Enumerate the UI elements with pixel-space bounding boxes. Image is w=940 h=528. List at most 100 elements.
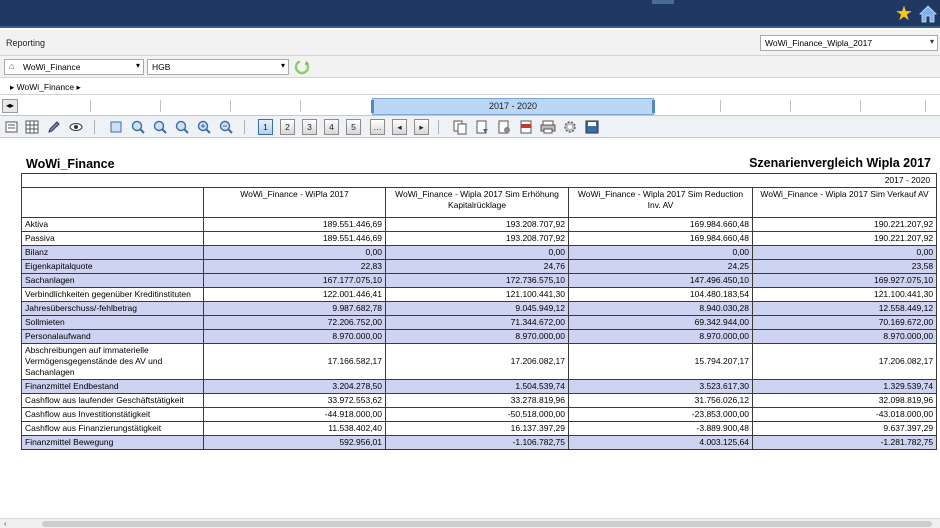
table-cell: 23,58 xyxy=(751,259,938,274)
page-button-2[interactable]: 2 xyxy=(280,119,295,135)
table-cell: 12.558.449,12 xyxy=(751,301,938,316)
row-label: Jahresüberschuss/-fehlbetrag xyxy=(21,301,204,316)
timeline-nav-button[interactable]: ◂▸ xyxy=(2,99,18,113)
table-cell: 17.206.082,17 xyxy=(751,343,938,380)
table-column-header: WoWi_Finance - Wipla 2017 Sim Reduction … xyxy=(568,187,753,218)
table-cell: 3.204.278,50 xyxy=(203,379,386,394)
table-row: Cashflow aus Investitionstätigkeit -44.91… xyxy=(21,407,938,422)
table-cell: 22,83 xyxy=(203,259,386,274)
export-document-icon[interactable] xyxy=(474,119,490,135)
table-row: Passiva 189.551.446,69 193.208.707,92 169.9… xyxy=(21,231,938,246)
entity-select[interactable]: ⌂ WoWi_Finance ▾ xyxy=(4,59,144,75)
settings-document-icon[interactable] xyxy=(496,119,512,135)
table-cell: -3.889.900,48 xyxy=(568,421,753,436)
timeline-tick xyxy=(90,100,91,112)
table-row: Finanzmittel Bewegung 592.956,01 -1.106.78… xyxy=(21,435,938,450)
row-label: Cashflow aus Finanzierungstätigkeit xyxy=(21,421,204,436)
more-pages-button[interactable]: … xyxy=(370,119,385,135)
table-cell: 33.278.819,96 xyxy=(385,393,569,408)
gear-icon[interactable] xyxy=(562,119,578,135)
table-cell: 70.169.672,00 xyxy=(751,315,938,330)
breadcrumb-item[interactable]: ▸ WoWi_Finance ▸ xyxy=(10,82,81,93)
row-label: Verbindlichkeiten gegenüber Kreditinstit… xyxy=(21,287,204,302)
table-cell: 71.344.672,00 xyxy=(385,315,569,330)
row-label: Finanzmittel Bewegung xyxy=(21,435,204,450)
page-button-1[interactable]: 1 xyxy=(258,119,273,135)
table-cell: 592.956,01 xyxy=(203,435,386,450)
table-row: Aktiva 189.551.446,69 193.208.707,92 169.98… xyxy=(21,217,938,232)
header-handle[interactable] xyxy=(652,0,674,4)
table-cell: 8.940.030,28 xyxy=(568,301,753,316)
app-header: ★ xyxy=(0,0,940,28)
zoom-icon[interactable] xyxy=(130,119,146,135)
period-range-handle[interactable]: 2017 - 2020 xyxy=(371,98,655,115)
table-cell: 169.984.660,48 xyxy=(568,217,753,232)
table-cell: 31.756.026,12 xyxy=(568,393,753,408)
entity-select-value: WoWi_Finance xyxy=(23,62,81,72)
standard-select[interactable]: HGB ▾ xyxy=(147,59,289,75)
zoom-in-icon[interactable] xyxy=(196,119,212,135)
reporting-label: Reporting xyxy=(6,38,46,48)
report-select-value: WoWi_Finance_Wipla_2017 xyxy=(765,38,873,48)
page-button-3[interactable]: 3 xyxy=(302,119,317,135)
table-cell: -23.853.000,00 xyxy=(568,407,753,422)
table-cell: 147.496.450,10 xyxy=(568,273,753,288)
zoom-icon[interactable] xyxy=(152,119,168,135)
table-cell: 121.100.441,30 xyxy=(751,287,938,302)
breadcrumb-label: WoWi_Finance xyxy=(16,82,75,92)
timeline-tick xyxy=(790,100,791,112)
row-label: Cashflow aus laufender Geschäftstätigkei… xyxy=(21,393,204,408)
table-cell: 190.221.207,92 xyxy=(751,231,938,246)
export-table-icon[interactable] xyxy=(4,119,20,135)
breadcrumb: ▸ WoWi_Finance ▸ xyxy=(0,79,940,95)
table-cell: 8.970.000,00 xyxy=(568,329,753,344)
table-cell: -43.018.000,00 xyxy=(751,407,938,422)
chevron-down-icon: ▾ xyxy=(135,61,140,70)
horizontal-scrollbar[interactable]: ‹ xyxy=(0,518,940,528)
table-cell: 4.003.125,64 xyxy=(568,435,753,450)
save-icon[interactable] xyxy=(584,119,600,135)
period-range-label: 2017 - 2020 xyxy=(488,101,538,111)
zoom-out-icon[interactable] xyxy=(218,119,234,135)
table-cell: 172.736.575,10 xyxy=(385,273,569,288)
home-icon[interactable] xyxy=(918,4,938,24)
zoom-icon[interactable] xyxy=(174,119,190,135)
table-cell: 16.137.397,29 xyxy=(385,421,569,436)
table-cell: 169.927.075,10 xyxy=(751,273,938,288)
table-row: Personalaufwand 8.970.000,00 8.970.000,00 8… xyxy=(21,329,938,344)
report-subtitle: Szenarienvergleich Wipla 2017 xyxy=(749,156,931,170)
pencil-icon[interactable] xyxy=(46,119,62,135)
fit-page-icon[interactable] xyxy=(108,119,124,135)
grid-icon[interactable] xyxy=(24,119,40,135)
scroll-left-icon[interactable]: ‹ xyxy=(4,519,7,528)
timeline-tick xyxy=(720,100,721,112)
star-icon[interactable]: ★ xyxy=(893,3,915,25)
copy-icon[interactable] xyxy=(452,119,468,135)
row-label: Passiva xyxy=(21,231,204,246)
print-icon[interactable] xyxy=(540,119,556,135)
table-cell: 104.480.183,54 xyxy=(568,287,753,302)
table-cell: 72.206.752,00 xyxy=(203,315,386,330)
report-select[interactable]: WoWi_Finance_Wipla_2017 ▾ xyxy=(760,35,938,51)
page-button-4[interactable]: 4 xyxy=(324,119,339,135)
row-label: Sollmieten xyxy=(21,315,204,330)
table-row: Abschreibungen auf immaterielle Vermögen… xyxy=(21,343,938,380)
chevron-down-icon: ▾ xyxy=(280,61,285,70)
refresh-icon[interactable] xyxy=(293,58,311,76)
standard-select-value: HGB xyxy=(152,62,171,72)
page-button-5[interactable]: 5 xyxy=(346,119,361,135)
next-page-button[interactable]: ▸ xyxy=(414,119,429,135)
pdf-icon[interactable] xyxy=(518,119,534,135)
table-row: Finanzmittel Endbestand 3.204.278,50 1.504… xyxy=(21,379,938,394)
eye-icon[interactable] xyxy=(68,119,84,135)
table-row: Eigenkapitalquote 22,83 24,76 24,25 23,58 xyxy=(21,259,938,274)
table-cell: 33.972.553,62 xyxy=(203,393,386,408)
previous-page-button[interactable]: ◂ xyxy=(392,119,407,135)
report-toolbar: 1 2 3 4 5 … ◂ ▸ xyxy=(0,116,940,138)
table-row: Jahresüberschuss/-fehlbetrag 9.987.682,78… xyxy=(21,301,938,316)
table-cell: -1.281.782,75 xyxy=(751,435,938,450)
table-row: Sachanlagen 167.177.075,10 172.736.575,10 1… xyxy=(21,273,938,288)
period-timeline: ◂▸ 2017 - 2020 xyxy=(0,96,940,116)
scrollbar-thumb[interactable] xyxy=(42,521,932,527)
timeline-tick xyxy=(230,100,231,112)
